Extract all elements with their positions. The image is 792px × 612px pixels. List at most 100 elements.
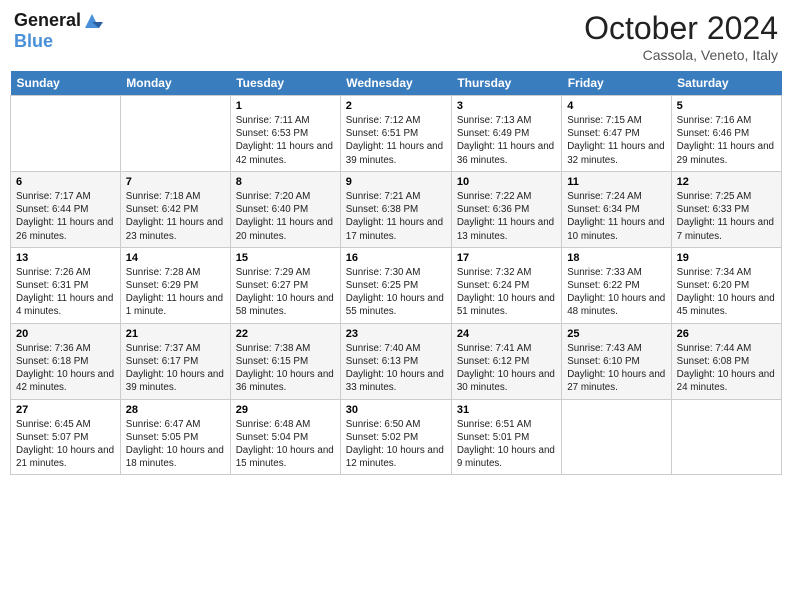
week-row-5: 27 Sunrise: 6:45 AM Sunset: 5:07 PM Dayli… (11, 399, 782, 475)
calendar-cell: 13 Sunrise: 7:26 AM Sunset: 6:31 PM Dayli… (11, 247, 121, 323)
calendar-cell: 26 Sunrise: 7:44 AM Sunset: 6:08 PM Dayli… (671, 323, 781, 399)
day-number: 24 (457, 328, 556, 340)
cell-content: Sunrise: 6:45 AM Sunset: 5:07 PM Dayligh… (16, 418, 115, 471)
location-subtitle: Cassola, Veneto, Italy (584, 47, 778, 63)
calendar-cell: 9 Sunrise: 7:21 AM Sunset: 6:38 PM Daylig… (340, 171, 451, 247)
cell-content: Sunrise: 7:32 AM Sunset: 6:24 PM Dayligh… (457, 266, 556, 319)
calendar-cell: 28Sunrise: 6:47 AM Sunset: 5:05 PM Dayli… (120, 399, 230, 475)
cell-content: Sunrise: 7:22 AM Sunset: 6:36 PM Dayligh… (457, 190, 556, 243)
title-block: October 2024 Cassola, Veneto, Italy (584, 10, 778, 63)
day-number: 15 (236, 252, 335, 264)
logo-blue-text: Blue (14, 32, 53, 52)
day-header-saturday: Saturday (671, 71, 781, 96)
day-number: 16 (346, 252, 446, 264)
cell-content: Sunrise: 6:51 AM Sunset: 5:01 PM Dayligh… (457, 418, 556, 471)
day-header-thursday: Thursday (451, 71, 561, 96)
calendar-cell: 19Sunrise: 7:34 AM Sunset: 6:20 PM Dayli… (671, 247, 781, 323)
calendar-cell: 27 Sunrise: 6:45 AM Sunset: 5:07 PM Dayli… (11, 399, 121, 475)
day-header-friday: Friday (562, 71, 671, 96)
day-number: 1 (236, 100, 335, 112)
day-header-tuesday: Tuesday (230, 71, 340, 96)
logo-icon (81, 10, 103, 32)
cell-content: Sunrise: 7:16 AM Sunset: 6:46 PM Dayligh… (677, 114, 776, 167)
cell-content: Sunrise: 7:28 AM Sunset: 6:29 PM Dayligh… (126, 266, 225, 319)
cell-content: Sunrise: 7:30 AM Sunset: 6:25 PM Dayligh… (346, 266, 446, 319)
header-row: SundayMondayTuesdayWednesdayThursdayFrid… (11, 71, 782, 96)
calendar-cell: 17 Sunrise: 7:32 AM Sunset: 6:24 PM Dayli… (451, 247, 561, 323)
calendar-cell: 2 Sunrise: 7:12 AM Sunset: 6:51 PM Daylig… (340, 96, 451, 172)
day-number: 3 (457, 100, 556, 112)
day-number: 6 (16, 176, 115, 188)
calendar-cell: 6Sunrise: 7:17 AM Sunset: 6:44 PM Daylig… (11, 171, 121, 247)
cell-content: Sunrise: 6:48 AM Sunset: 5:04 PM Dayligh… (236, 418, 335, 471)
calendar-cell: 22 Sunrise: 7:38 AM Sunset: 6:15 PM Dayli… (230, 323, 340, 399)
cell-content: Sunrise: 7:29 AM Sunset: 6:27 PM Dayligh… (236, 266, 335, 319)
day-number: 13 (16, 252, 115, 264)
calendar-cell: 12 Sunrise: 7:25 AM Sunset: 6:33 PM Dayli… (671, 171, 781, 247)
cell-content: Sunrise: 7:11 AM Sunset: 6:53 PM Dayligh… (236, 114, 335, 167)
calendar-cell: 14 Sunrise: 7:28 AM Sunset: 6:29 PM Dayli… (120, 247, 230, 323)
day-number: 14 (126, 252, 225, 264)
cell-content: Sunrise: 7:25 AM Sunset: 6:33 PM Dayligh… (677, 190, 776, 243)
calendar-cell: 24 Sunrise: 7:41 AM Sunset: 6:12 PM Dayli… (451, 323, 561, 399)
calendar-cell: 23 Sunrise: 7:40 AM Sunset: 6:13 PM Dayli… (340, 323, 451, 399)
calendar-cell (11, 96, 121, 172)
calendar-cell: 18 Sunrise: 7:33 AM Sunset: 6:22 PM Dayli… (562, 247, 671, 323)
day-header-wednesday: Wednesday (340, 71, 451, 96)
logo-text: General (14, 11, 81, 31)
day-number: 8 (236, 176, 335, 188)
week-row-1: 1 Sunrise: 7:11 AM Sunset: 6:53 PM Daylig… (11, 96, 782, 172)
cell-content: Sunrise: 7:15 AM Sunset: 6:47 PM Dayligh… (567, 114, 665, 167)
calendar-table: SundayMondayTuesdayWednesdayThursdayFrid… (10, 71, 782, 475)
calendar-cell: 29 Sunrise: 6:48 AM Sunset: 5:04 PM Dayli… (230, 399, 340, 475)
page-header: General Blue October 2024 Cassola, Venet… (10, 10, 782, 63)
calendar-cell: 7Sunrise: 7:18 AM Sunset: 6:42 PM Daylig… (120, 171, 230, 247)
day-number: 31 (457, 404, 556, 416)
day-number: 30 (346, 404, 446, 416)
cell-content: Sunrise: 7:43 AM Sunset: 6:10 PM Dayligh… (567, 342, 665, 395)
cell-content: Sunrise: 7:36 AM Sunset: 6:18 PM Dayligh… (16, 342, 115, 395)
day-number: 26 (677, 328, 776, 340)
day-number: 27 (16, 404, 115, 416)
day-number: 23 (346, 328, 446, 340)
cell-content: Sunrise: 7:13 AM Sunset: 6:49 PM Dayligh… (457, 114, 556, 167)
cell-content: Sunrise: 7:41 AM Sunset: 6:12 PM Dayligh… (457, 342, 556, 395)
day-header-monday: Monday (120, 71, 230, 96)
cell-content: Sunrise: 7:33 AM Sunset: 6:22 PM Dayligh… (567, 266, 665, 319)
day-number: 17 (457, 252, 556, 264)
calendar-cell (562, 399, 671, 475)
calendar-cell: 31 Sunrise: 6:51 AM Sunset: 5:01 PM Dayli… (451, 399, 561, 475)
calendar-cell: 30 Sunrise: 6:50 AM Sunset: 5:02 PM Dayli… (340, 399, 451, 475)
day-number: 21 (126, 328, 225, 340)
day-number: 5 (677, 100, 776, 112)
day-number: 9 (346, 176, 446, 188)
cell-content: Sunrise: 7:38 AM Sunset: 6:15 PM Dayligh… (236, 342, 335, 395)
day-number: 22 (236, 328, 335, 340)
calendar-cell: 3 Sunrise: 7:13 AM Sunset: 6:49 PM Daylig… (451, 96, 561, 172)
cell-content: Sunrise: 7:12 AM Sunset: 6:51 PM Dayligh… (346, 114, 446, 167)
day-number: 12 (677, 176, 776, 188)
day-number: 2 (346, 100, 446, 112)
cell-content: Sunrise: 7:44 AM Sunset: 6:08 PM Dayligh… (677, 342, 776, 395)
cell-content: Sunrise: 7:37 AM Sunset: 6:17 PM Dayligh… (126, 342, 225, 395)
calendar-cell: 25 Sunrise: 7:43 AM Sunset: 6:10 PM Dayli… (562, 323, 671, 399)
calendar-cell: 4 Sunrise: 7:15 AM Sunset: 6:47 PM Daylig… (562, 96, 671, 172)
calendar-cell: 11 Sunrise: 7:24 AM Sunset: 6:34 PM Dayli… (562, 171, 671, 247)
day-number: 10 (457, 176, 556, 188)
day-number: 11 (567, 176, 665, 188)
cell-content: Sunrise: 6:47 AM Sunset: 5:05 PM Dayligh… (126, 418, 225, 471)
cell-content: Sunrise: 7:40 AM Sunset: 6:13 PM Dayligh… (346, 342, 446, 395)
day-number: 4 (567, 100, 665, 112)
week-row-4: 20 Sunrise: 7:36 AM Sunset: 6:18 PM Dayli… (11, 323, 782, 399)
month-title: October 2024 (584, 10, 778, 47)
cell-content: Sunrise: 6:50 AM Sunset: 5:02 PM Dayligh… (346, 418, 446, 471)
calendar-cell: 10 Sunrise: 7:22 AM Sunset: 6:36 PM Dayli… (451, 171, 561, 247)
cell-content: Sunrise: 7:21 AM Sunset: 6:38 PM Dayligh… (346, 190, 446, 243)
day-number: 29 (236, 404, 335, 416)
cell-content: Sunrise: 7:26 AM Sunset: 6:31 PM Dayligh… (16, 266, 115, 319)
calendar-cell: 5 Sunrise: 7:16 AM Sunset: 6:46 PM Daylig… (671, 96, 781, 172)
day-number: 18 (567, 252, 665, 264)
day-number: 20 (16, 328, 115, 340)
day-number: 25 (567, 328, 665, 340)
cell-content: Sunrise: 7:24 AM Sunset: 6:34 PM Dayligh… (567, 190, 665, 243)
